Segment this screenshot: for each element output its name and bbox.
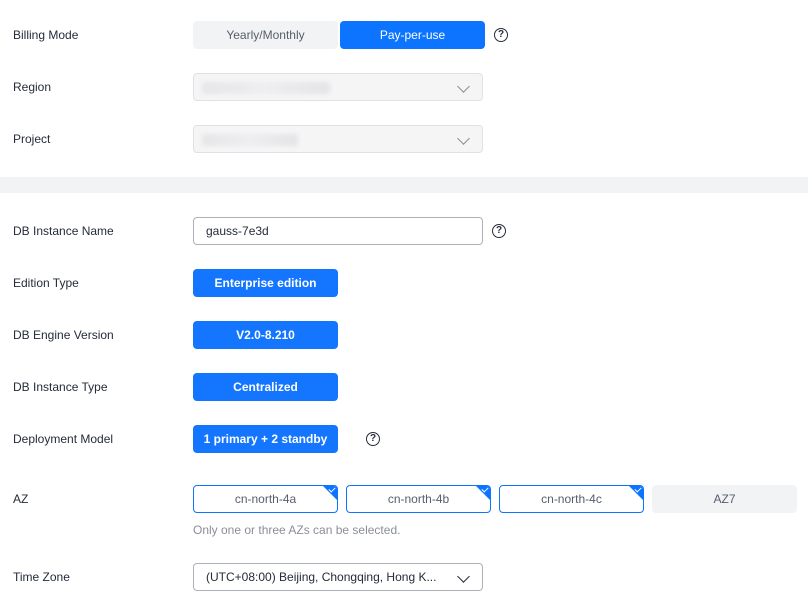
instance-name-input[interactable]: gauss-7e3d [193, 217, 483, 245]
engine-version-button[interactable]: V2.0-8.210 [193, 321, 338, 349]
instance-name-help-icon[interactable]: ? [492, 224, 506, 238]
section-divider [0, 177, 808, 193]
time-zone-label: Time Zone [13, 570, 70, 584]
billing-help-icon[interactable]: ? [494, 28, 508, 42]
engine-version-label: DB Engine Version [13, 328, 114, 342]
chevron-down-icon [457, 570, 470, 583]
edition-enterprise-button[interactable]: Enterprise edition [193, 269, 338, 297]
az-option-cn-north-4a[interactable]: cn-north-4a [193, 485, 338, 513]
region-select[interactable] [193, 73, 483, 101]
az-option-cn-north-4c[interactable]: cn-north-4c [499, 485, 644, 513]
region-label: Region [13, 80, 52, 94]
instance-name-label: DB Instance Name [13, 224, 114, 238]
time-zone-value: (UTC+08:00) Beijing, Chongqing, Hong K..… [206, 570, 437, 584]
region-value-redacted [202, 82, 330, 94]
billing-pay-per-use-option[interactable]: Pay-per-use [340, 21, 485, 49]
deployment-model-button[interactable]: 1 primary + 2 standby [193, 425, 338, 453]
az-option-label: cn-north-4c [541, 492, 602, 506]
time-zone-select[interactable]: (UTC+08:00) Beijing, Chongqing, Hong K..… [193, 563, 483, 591]
edition-type-label: Edition Type [13, 276, 79, 290]
az-option-label: cn-north-4b [387, 492, 450, 506]
project-select[interactable] [193, 125, 483, 153]
az-label: AZ [13, 492, 29, 506]
az-option-label: cn-north-4a [234, 492, 297, 506]
instance-type-centralized-button[interactable]: Centralized [193, 373, 338, 401]
chevron-down-icon [457, 132, 470, 145]
deployment-help-icon[interactable]: ? [366, 432, 380, 446]
instance-type-label: DB Instance Type [13, 380, 108, 394]
az-option-az7[interactable]: AZ7 [652, 485, 797, 513]
deployment-model-label: Deployment Model [13, 432, 114, 446]
billing-yearly-monthly-option[interactable]: Yearly/Monthly [193, 21, 338, 49]
project-label: Project [13, 132, 51, 146]
chevron-down-icon [457, 80, 470, 93]
billing-mode-label: Billing Mode [13, 28, 79, 42]
project-value-redacted [202, 134, 298, 146]
az-option-cn-north-4b[interactable]: cn-north-4b [346, 485, 491, 513]
az-hint-text: Only one or three AZs can be selected. [193, 523, 401, 537]
